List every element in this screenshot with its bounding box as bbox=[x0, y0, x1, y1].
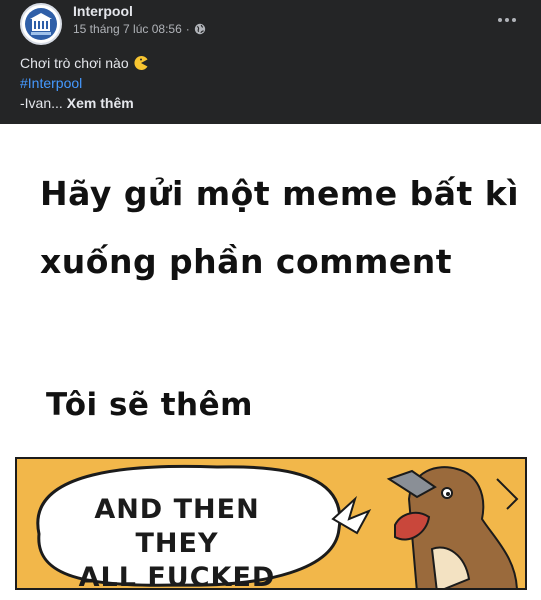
page-name[interactable]: Interpool bbox=[73, 3, 133, 19]
post-meta: 15 tháng 7 lúc 08:56 · bbox=[73, 22, 206, 36]
caption-line: Chơi trò chơi nào bbox=[20, 53, 149, 73]
caption-text: Chơi trò chơi nào bbox=[20, 55, 129, 71]
more-options-button[interactable] bbox=[489, 2, 525, 38]
image-text-line: Hãy gửi một meme bất kì bbox=[40, 174, 520, 213]
page-avatar[interactable] bbox=[20, 3, 62, 45]
pacman-emoji-icon bbox=[134, 56, 148, 70]
caption-hashtag-line: #Interpool bbox=[20, 73, 149, 93]
more-horizontal-icon bbox=[498, 18, 516, 22]
comic-text-line: ALL FUCKED bbox=[78, 562, 276, 590]
see-more-link[interactable]: Xem thêm bbox=[67, 93, 134, 113]
post-header: Interpool 15 tháng 7 lúc 08:56 · bbox=[0, 0, 541, 50]
post-image[interactable]: Hãy gửi một meme bất kì xuống phần comme… bbox=[0, 124, 541, 600]
image-text-line: Tôi sẽ thêm bbox=[46, 387, 253, 423]
meta-separator: · bbox=[185, 22, 190, 36]
comic-panel: AND THEN THEY ALL FUCKED bbox=[15, 457, 527, 590]
hashtag-link[interactable]: #Interpool bbox=[20, 73, 82, 93]
caption-line: -Ivan... Xem thêm bbox=[20, 93, 149, 113]
post-caption: Chơi trò chơi nào #Interpool -Ivan... Xe… bbox=[20, 53, 149, 113]
comic-text: AND THEN THEY ALL FUCKED bbox=[57, 493, 297, 590]
image-text-line: xuống phần comment bbox=[40, 242, 453, 281]
globe-icon bbox=[194, 23, 205, 35]
caption-text: -Ivan... bbox=[20, 95, 63, 111]
post-timestamp[interactable]: 15 tháng 7 lúc 08:56 bbox=[73, 22, 182, 36]
interpool-logo-icon bbox=[25, 8, 57, 40]
comic-text-line: AND THEN THEY bbox=[94, 494, 260, 559]
